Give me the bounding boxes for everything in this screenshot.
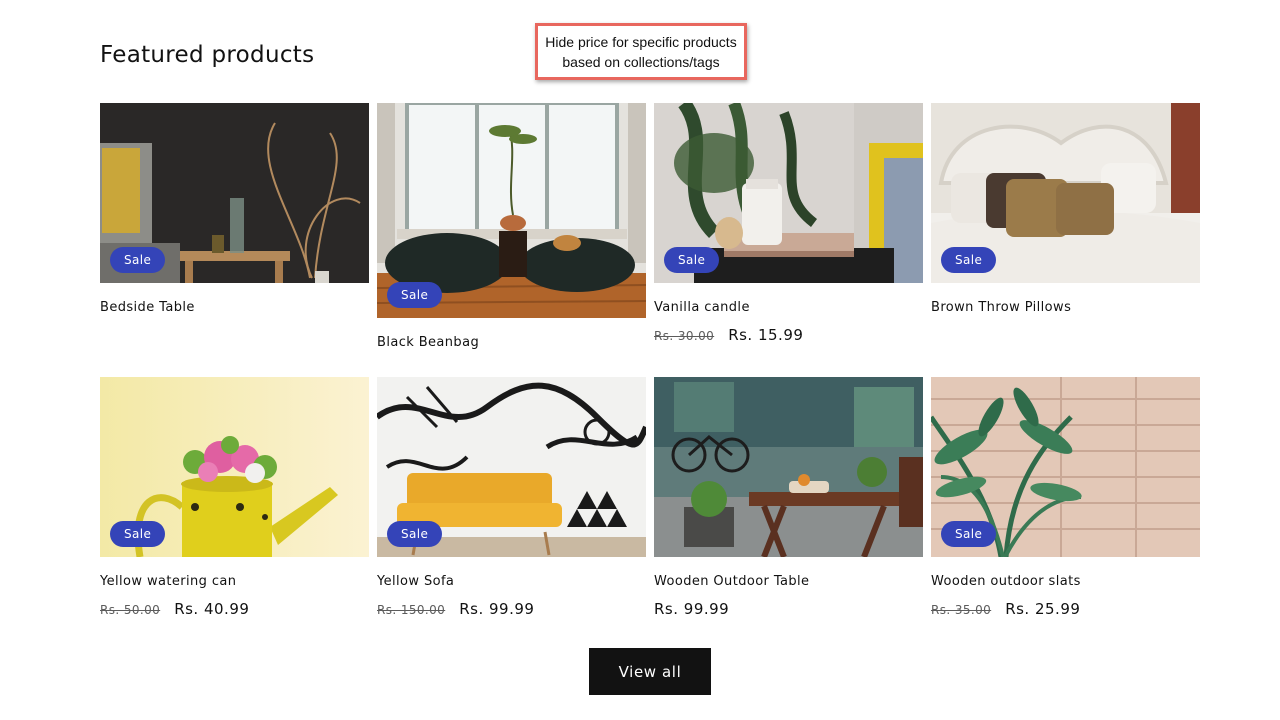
wooden-outdoor-slats-image[interactable]: Sale bbox=[931, 377, 1200, 557]
sale-badge: Sale bbox=[387, 521, 443, 547]
product-title[interactable]: Wooden Outdoor Table bbox=[654, 574, 923, 589]
view-all-button[interactable]: View all bbox=[589, 648, 711, 695]
product-card-black-beanbag: Sale Black Beanbag bbox=[377, 103, 646, 350]
price-row: Rs. 50.00 Rs. 40.99 bbox=[100, 600, 369, 620]
price-row: Rs. 35.00 Rs. 25.99 bbox=[931, 600, 1200, 620]
compare-price: Rs. 30.00 bbox=[654, 329, 715, 343]
price-row: Rs. 150.00 Rs. 99.99 bbox=[377, 600, 646, 620]
sale-badge: Sale bbox=[941, 247, 997, 273]
compare-price: Rs. 50.00 bbox=[100, 603, 161, 617]
compare-price: Rs. 35.00 bbox=[931, 603, 992, 617]
price-row: Rs. 99.99 bbox=[654, 600, 923, 620]
sale-price: Rs. 15.99 bbox=[728, 326, 804, 344]
compare-price: Rs. 150.00 bbox=[377, 603, 446, 617]
product-card-yellow-watering-can: Sale Yellow watering can Rs. 50.00 Rs. 4… bbox=[100, 377, 369, 620]
sale-price: Rs. 25.99 bbox=[1005, 600, 1081, 618]
callout-line-2: based on collections/tags bbox=[562, 53, 720, 70]
sale-price: Rs. 99.99 bbox=[459, 600, 535, 618]
black-beanbag-image[interactable]: Sale bbox=[377, 103, 646, 318]
regular-price: Rs. 99.99 bbox=[654, 600, 730, 618]
product-card-yellow-sofa: Sale Yellow Sofa Rs. 150.00 Rs. 99.99 bbox=[377, 377, 646, 620]
price-row: Rs. 30.00 Rs. 15.99 bbox=[654, 326, 923, 346]
callout-line-1: Hide price for specific products bbox=[545, 33, 737, 50]
vanilla-candle-image[interactable]: Sale bbox=[654, 103, 923, 283]
sale-badge: Sale bbox=[387, 282, 443, 308]
sale-badge: Sale bbox=[664, 247, 720, 273]
product-title[interactable]: Vanilla candle bbox=[654, 300, 923, 315]
product-title[interactable]: Wooden outdoor slats bbox=[931, 574, 1200, 589]
bedside-table-image[interactable]: Sale bbox=[100, 103, 369, 283]
product-title[interactable]: Yellow Sofa bbox=[377, 574, 646, 589]
yellow-sofa-image[interactable]: Sale bbox=[377, 377, 646, 557]
section-title: Featured products bbox=[100, 42, 315, 68]
product-card-wooden-outdoor-slats: Sale Wooden outdoor slats Rs. 35.00 Rs. … bbox=[931, 377, 1200, 620]
annotation-callout: Hide price for specific products based o… bbox=[535, 23, 747, 80]
product-card-vanilla-candle: Sale Vanilla candle Rs. 30.00 Rs. 15.99 bbox=[654, 103, 923, 346]
product-card-brown-throw-pillows: Sale Brown Throw Pillows bbox=[931, 103, 1200, 315]
product-title[interactable]: Bedside Table bbox=[100, 300, 369, 315]
sale-badge: Sale bbox=[110, 521, 166, 547]
product-title[interactable]: Brown Throw Pillows bbox=[931, 300, 1200, 315]
wooden-outdoor-table-image[interactable] bbox=[654, 377, 923, 557]
product-title[interactable]: Black Beanbag bbox=[377, 335, 646, 350]
product-title[interactable]: Yellow watering can bbox=[100, 574, 369, 589]
product-card-bedside-table: Sale Bedside Table bbox=[100, 103, 369, 315]
product-card-wooden-outdoor-table: Wooden Outdoor Table Rs. 99.99 bbox=[654, 377, 923, 620]
sale-price: Rs. 40.99 bbox=[174, 600, 250, 618]
yellow-watering-can-image[interactable]: Sale bbox=[100, 377, 369, 557]
brown-throw-pillows-image[interactable]: Sale bbox=[931, 103, 1200, 283]
sale-badge: Sale bbox=[110, 247, 166, 273]
sale-badge: Sale bbox=[941, 521, 997, 547]
